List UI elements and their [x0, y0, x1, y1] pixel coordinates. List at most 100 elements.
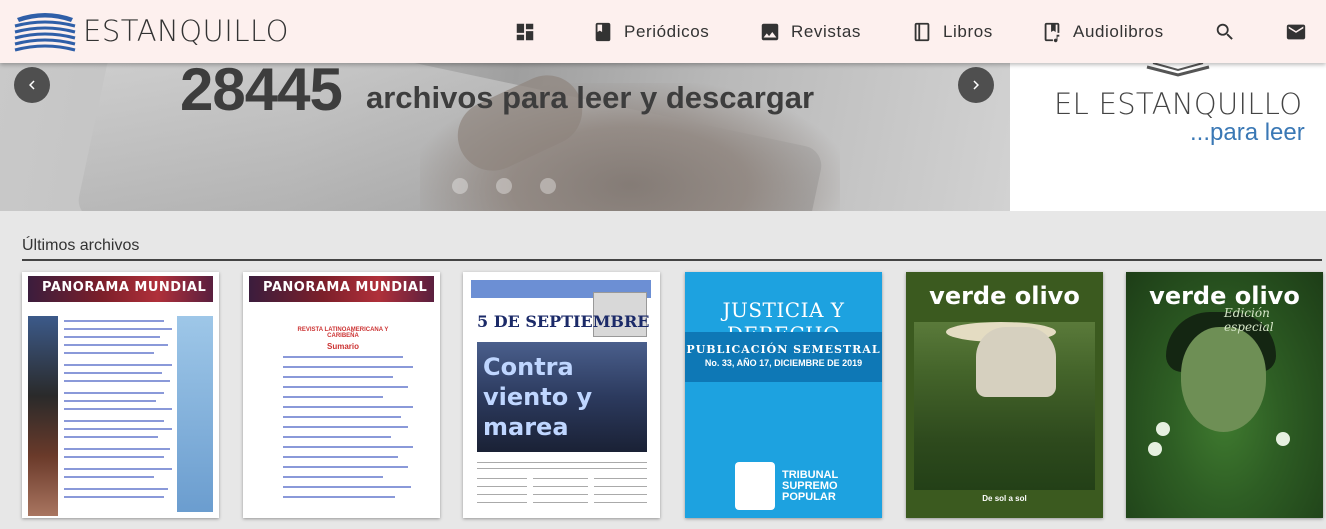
cover-text-line [283, 456, 398, 458]
open-book-icon [1146, 63, 1210, 77]
cover-text-line [64, 372, 162, 374]
cover-text-line [594, 478, 647, 479]
cover-text-line [64, 344, 168, 346]
latest-files-heading: Últimos archivos [22, 237, 140, 254]
image-icon [761, 23, 779, 40]
cover-text-line [283, 386, 408, 388]
cover-text-line [283, 416, 401, 418]
cover-text-line [64, 496, 164, 498]
flower-shape [1156, 422, 1170, 436]
cover-title: 5 DE SEPTIEMBRE [477, 312, 650, 331]
cover-text-line [64, 408, 172, 410]
archive-count: 28445 [180, 63, 343, 123]
flower-shape [1276, 432, 1290, 446]
cover-caption: De sol a sol [982, 494, 1027, 503]
cover-banner: PANORAMA MUNDIAL [28, 276, 213, 302]
book-logo-icon [14, 13, 76, 52]
cover-text-line [594, 502, 647, 503]
brand-title: EL ESTANQUILLO [1054, 87, 1303, 121]
nav-revistas[interactable]: Revistas [759, 0, 861, 63]
cover-right-column [177, 316, 213, 512]
cover-text-line [283, 466, 408, 468]
cover-text-line [533, 478, 588, 479]
cover-text-line [283, 406, 413, 408]
carousel-dot-2[interactable] [496, 178, 512, 194]
carousel-prev-button[interactable] [14, 67, 50, 103]
cover-heading: Sumario [326, 342, 359, 351]
nav-audiolibros-label: Audiolibros [1073, 21, 1164, 41]
cover-text-line [64, 468, 172, 470]
cover-subtitle: REVISTA LATINOAMERICANA Y CARIBEÑA [297, 327, 389, 339]
cover-title: verde olivo [929, 282, 1080, 310]
cover-publisher: TRIBUNAL SUPREMO POPULAR [782, 469, 839, 503]
brand-subtitle: ...para leer [1190, 119, 1305, 146]
nav-libros-label: Libros [943, 21, 993, 41]
book-icon [914, 22, 930, 41]
nav-revistas-label: Revistas [791, 21, 861, 41]
file-card[interactable]: JUSTICIA Y DERECHO PUBLICACIÓN SEMESTRAL… [685, 272, 882, 518]
mail-icon [1286, 24, 1306, 39]
cover-text-line [283, 356, 403, 358]
cover-text-line [283, 376, 393, 378]
cover-text-line [594, 486, 647, 487]
cover-text-line [64, 400, 156, 402]
hero-caption: archivos para leer y descargar [366, 80, 815, 115]
cover-text-line [533, 494, 588, 495]
cover-text-line [64, 476, 154, 478]
flower-shape [1148, 442, 1162, 456]
nav-contact[interactable] [1285, 0, 1307, 63]
cover-edition: Edición especial [1224, 306, 1274, 334]
carousel-dot-1[interactable] [452, 178, 468, 194]
nav-libros[interactable]: Libros [911, 0, 993, 63]
cover-text-line [477, 494, 527, 495]
nav-periodicos[interactable]: Periódicos [592, 0, 709, 63]
file-card[interactable]: PANORAMA MUNDIAL REVISTA LATINOAMERICANA… [243, 272, 440, 518]
cover-subtitle: PUBLICACIÓN SEMESTRAL [686, 343, 881, 356]
cover-title: PANORAMA MUNDIAL [42, 280, 207, 295]
cover-text-line [477, 486, 527, 487]
chevron-left-icon [29, 80, 35, 90]
section-divider [22, 259, 1322, 261]
cover-sidebar-image [28, 316, 58, 516]
chevron-right-icon [973, 80, 979, 90]
search-icon [1216, 23, 1233, 40]
cover-face-shape [1181, 327, 1266, 432]
nav-dashboard[interactable] [514, 0, 536, 63]
file-card[interactable]: PANORAMA MUNDIAL [22, 272, 219, 518]
cover-text-line [64, 380, 170, 382]
hero-brand-panel: EL ESTANQUILLO ...para leer [1010, 63, 1326, 211]
bookmark-book-icon [595, 22, 611, 41]
file-card[interactable]: verde olivo Edición especial [1126, 272, 1323, 518]
cover-text-line [64, 328, 172, 330]
cover-text-line [477, 468, 647, 469]
logo-text: ESTANQUILLO [83, 14, 289, 48]
nav-search[interactable] [1214, 0, 1236, 63]
file-card[interactable]: 5 DE SEPTIEMBRE Contra viento y marea [463, 272, 660, 518]
cover-text-line [594, 494, 647, 495]
cover-text-line [477, 502, 527, 503]
tsp-emblem-icon [735, 462, 775, 510]
cover-text-line [283, 486, 411, 488]
cover-band [685, 332, 882, 382]
nav-periodicos-label: Periódicos [624, 21, 710, 41]
cover-text-line [477, 462, 647, 463]
file-card[interactable]: verde olivo De sol a sol [906, 272, 1103, 518]
hero-carousel: 28445 archivos para leer y descargar [0, 63, 1010, 211]
site-logo[interactable]: ESTANQUILLO [13, 8, 289, 54]
cover-text-line [64, 456, 164, 458]
cover-text-line [64, 436, 158, 438]
cover-text-line [283, 426, 408, 428]
dashboard-icon [516, 23, 534, 40]
cover-banner: PANORAMA MUNDIAL [249, 276, 434, 302]
nav-audiolibros[interactable]: Audiolibros [1041, 0, 1164, 63]
carousel-next-button[interactable] [958, 67, 994, 103]
cover-text-line [64, 364, 172, 366]
cover-text-line [64, 320, 164, 322]
cover-text-line [283, 476, 383, 478]
cover-headline: Contra viento y marea [483, 353, 593, 441]
cover-issue: No. 33, AÑO 17, DICIEMBRE DE 2019 [704, 358, 863, 368]
cover-text-line [283, 396, 383, 398]
carousel-dot-3[interactable] [540, 178, 556, 194]
cover-text-line [283, 446, 413, 448]
top-navbar: ESTANQUILLO Periódicos Revistas Libros A… [0, 0, 1326, 63]
